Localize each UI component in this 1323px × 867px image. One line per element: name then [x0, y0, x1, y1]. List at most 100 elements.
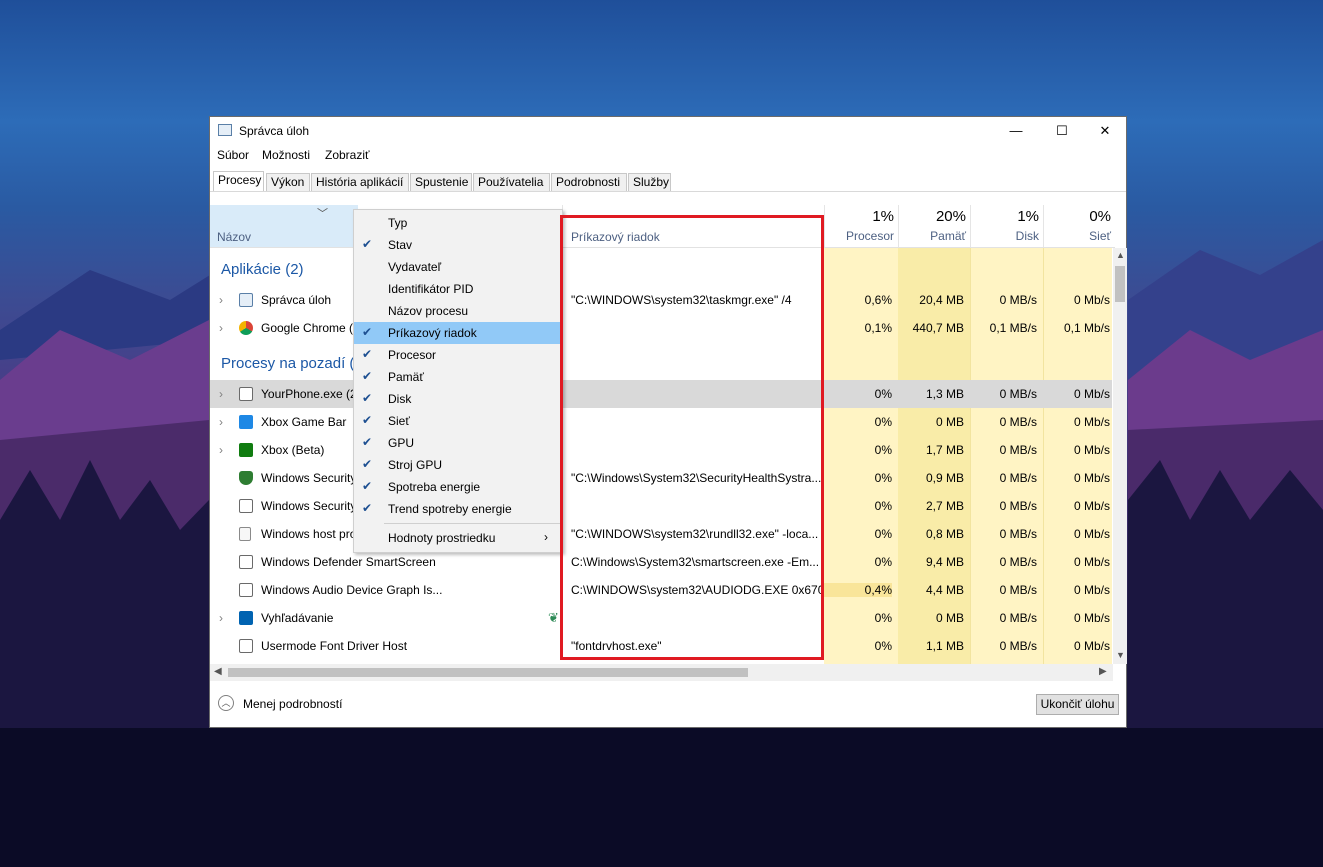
process-memory: 9,4 MB: [925, 555, 964, 569]
menu-item-label: Disk: [388, 392, 412, 406]
tab-users[interactable]: Používatelia: [473, 173, 550, 191]
process-memory: 0 MB: [935, 611, 964, 625]
group-apps-title[interactable]: Aplikácie (2): [221, 261, 304, 278]
process-cpu: 0%: [874, 499, 892, 513]
group-background-title[interactable]: Procesy na pozadí (: [221, 355, 354, 372]
scroll-up-icon[interactable]: ▲: [1116, 250, 1125, 260]
menu-file[interactable]: Súbor: [217, 148, 249, 162]
process-cpu: 0%: [874, 443, 892, 457]
column-header-name[interactable]: ﹀ Názov: [210, 205, 358, 247]
process-network: 0 Mb/s: [1073, 611, 1110, 625]
minimize-button[interactable]: —: [993, 117, 1039, 145]
expand-chevron-icon[interactable]: ›: [219, 443, 223, 457]
menu-item-power-trend[interactable]: ✔ Trend spotreby energie: [354, 498, 562, 520]
scroll-right-icon[interactable]: ▶: [1099, 666, 1107, 677]
process-disk: 0 MB/s: [999, 555, 1037, 569]
leaf-icon: ❦: [548, 610, 559, 625]
menu-item-gpu[interactable]: ✔ GPU: [354, 432, 562, 454]
menu-options[interactable]: Možnosti: [262, 148, 310, 162]
column-name-label: Názov: [217, 230, 252, 244]
column-header-memory[interactable]: 20% Pamäť: [898, 205, 970, 247]
tab-services[interactable]: Služby: [628, 173, 671, 191]
menu-item-label: Stroj GPU: [388, 458, 443, 472]
menu-item-command-line[interactable]: ✔ Príkazový riadok: [354, 322, 562, 344]
process-cpu: 0%: [874, 471, 892, 485]
tab-startup[interactable]: Spustenie: [410, 173, 472, 191]
less-details-link[interactable]: Menej podrobností: [243, 697, 342, 711]
menu-item-power-usage[interactable]: ✔ Spotreba energie: [354, 476, 562, 498]
expand-chevron-icon[interactable]: ›: [219, 293, 223, 307]
process-disk: 0 MB/s: [999, 415, 1037, 429]
process-cpu: 0,1%: [864, 321, 892, 335]
search-icon: [239, 611, 253, 625]
close-button[interactable]: ✕: [1082, 117, 1128, 145]
horizontal-scroll-thumb[interactable]: [228, 668, 748, 677]
collapse-details-icon[interactable]: ︿: [218, 695, 234, 711]
memory-label: Pamäť: [930, 229, 966, 243]
check-icon: ✔: [362, 501, 373, 515]
menu-item-publisher[interactable]: Vydavateľ: [354, 256, 562, 278]
menu-separator: [384, 523, 560, 524]
end-task-button[interactable]: Ukončiť úlohu: [1036, 694, 1119, 715]
app-window-icon: [239, 499, 253, 513]
process-memory: 2,7 MB: [925, 499, 964, 513]
tab-performance[interactable]: Výkon: [266, 173, 310, 191]
process-network: 0 Mb/s: [1073, 293, 1110, 307]
tab-processes[interactable]: Procesy: [213, 171, 264, 192]
maximize-button[interactable]: ☐: [1039, 117, 1085, 145]
expand-chevron-icon[interactable]: ›: [219, 321, 223, 335]
process-name: Usermode Font Driver Host: [261, 639, 408, 653]
menu-item-label: Sieť: [388, 414, 410, 428]
menu-item-process-name[interactable]: Názov procesu: [354, 300, 562, 322]
menu-item-label: Hodnoty prostriedku: [388, 531, 496, 545]
process-memory: 0,8 MB: [925, 527, 964, 541]
menu-item-memory[interactable]: ✔ Pamäť: [354, 366, 562, 388]
expand-chevron-icon[interactable]: ›: [219, 611, 223, 625]
menu-item-label: Typ: [388, 216, 408, 230]
check-icon: ✔: [362, 479, 373, 493]
menu-item-resource-values[interactable]: Hodnoty prostriedku ›: [354, 527, 562, 549]
disk-total: 1%: [1017, 208, 1039, 225]
menu-item-pid[interactable]: Identifikátor PID: [354, 278, 562, 300]
check-icon: ✔: [362, 413, 373, 427]
process-disk: 0,1 MB/s: [989, 321, 1037, 335]
process-name: Xbox Game Bar: [261, 415, 347, 429]
menu-item-status[interactable]: ✔ Stav: [354, 234, 562, 256]
process-name: Windows Security: [261, 471, 357, 485]
chrome-icon: [239, 321, 253, 335]
process-name: Windows Audio Device Graph Is...: [261, 583, 443, 597]
cpu-label: Procesor: [845, 229, 894, 243]
xbox-icon: [239, 443, 253, 457]
column-header-network[interactable]: 0% Sieť: [1043, 205, 1115, 247]
vertical-scrollbar[interactable]: ▲ ▼: [1113, 248, 1127, 664]
title-bar[interactable]: Správca úloh — ☐ ✕: [210, 117, 1126, 145]
process-name: Vyhľadávanie: [261, 611, 334, 625]
process-disk: 0 MB/s: [999, 293, 1037, 307]
column-header-disk[interactable]: 1% Disk: [970, 205, 1043, 247]
check-icon: ✔: [362, 391, 373, 405]
expand-chevron-icon[interactable]: ›: [219, 415, 223, 429]
menu-item-gpu-engine[interactable]: ✔ Stroj GPU: [354, 454, 562, 476]
column-header-cpu[interactable]: 1% Procesor: [824, 205, 898, 247]
menu-item-cpu[interactable]: ✔ Procesor: [354, 344, 562, 366]
expand-chevron-icon[interactable]: ›: [219, 387, 223, 401]
menu-item-network[interactable]: ✔ Sieť: [354, 410, 562, 432]
menu-item-type[interactable]: Typ: [354, 212, 562, 234]
check-icon: ✔: [362, 435, 373, 449]
process-network: 0,1 Mb/s: [1063, 321, 1110, 335]
process-name: Google Chrome (9: [261, 321, 360, 335]
menu-item-disk[interactable]: ✔ Disk: [354, 388, 562, 410]
process-network: 0 Mb/s: [1073, 527, 1110, 541]
scroll-left-icon[interactable]: ◀: [214, 666, 222, 677]
process-network: 0 Mb/s: [1073, 555, 1110, 569]
menu-item-label: Spotreba energie: [388, 480, 481, 494]
vertical-scroll-thumb[interactable]: [1115, 266, 1125, 302]
tab-details[interactable]: Podrobnosti: [551, 173, 627, 191]
scroll-down-icon[interactable]: ▼: [1116, 650, 1125, 660]
menu-item-label: Názov procesu: [388, 304, 469, 318]
menu-view[interactable]: Zobraziť: [325, 148, 370, 162]
window-title: Správca úloh: [239, 124, 310, 138]
process-network: 0 Mb/s: [1073, 499, 1110, 513]
tab-app-history[interactable]: História aplikácií: [311, 173, 409, 191]
horizontal-scrollbar[interactable]: ◀ ▶: [210, 664, 1113, 681]
